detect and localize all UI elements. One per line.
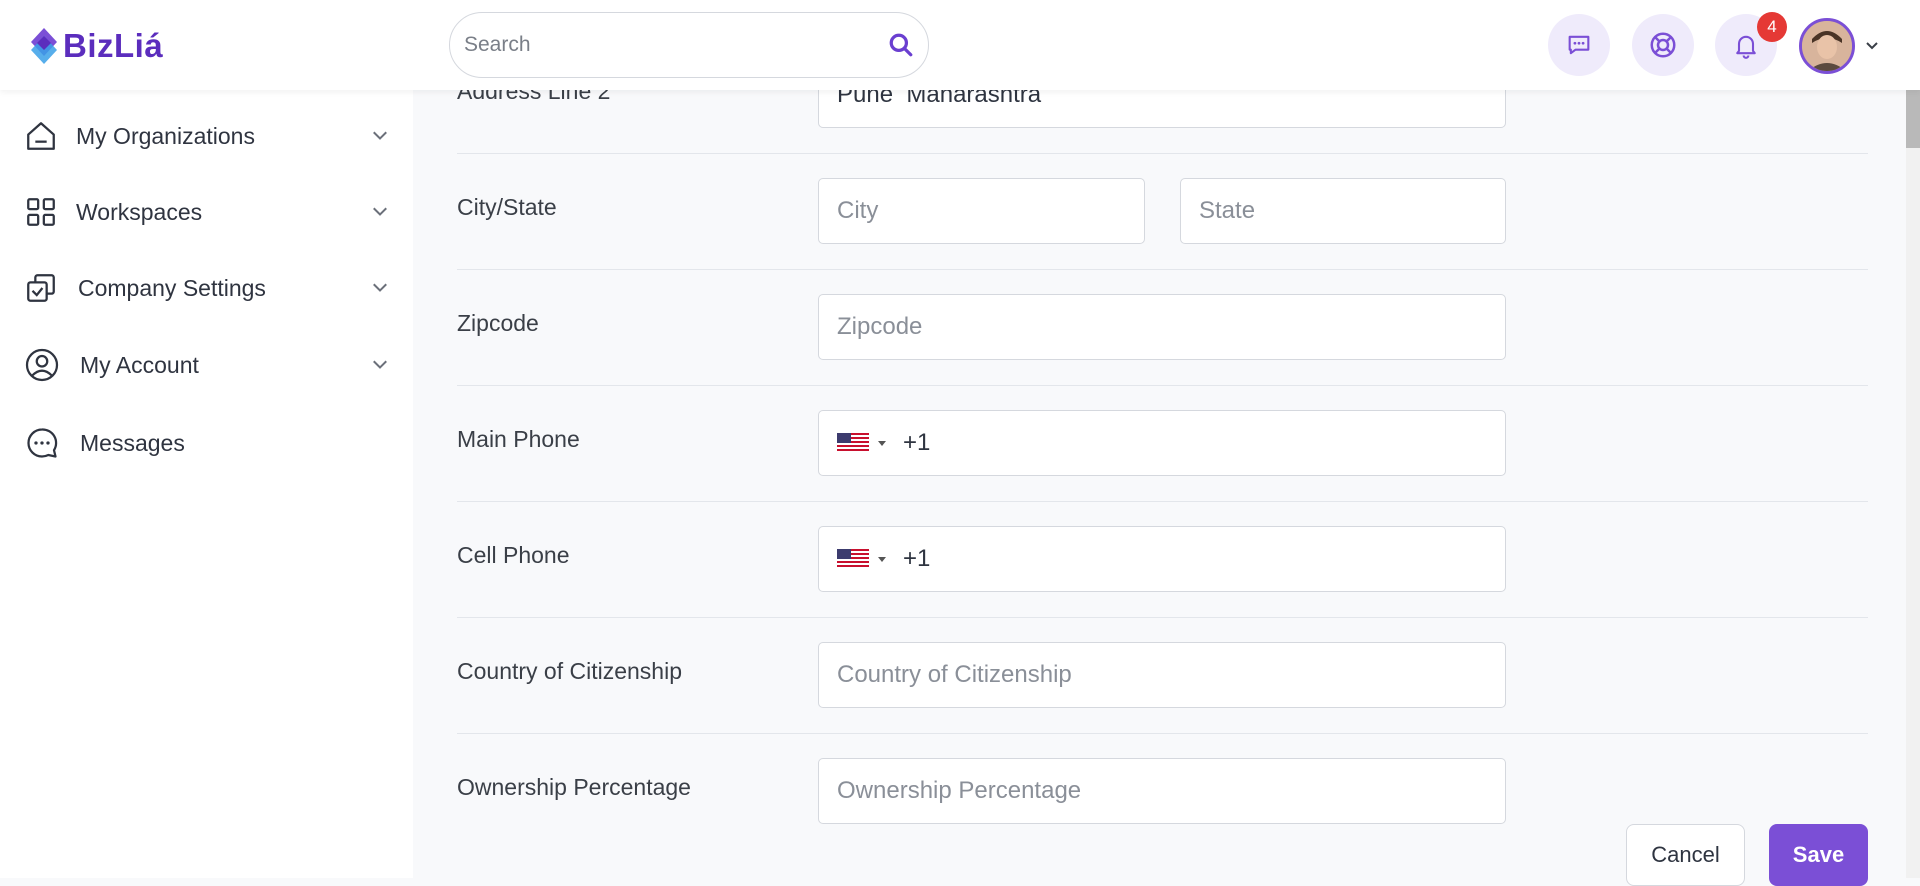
sidebar-item-company-settings[interactable]: Company Settings bbox=[24, 264, 390, 312]
sidebar: My Organizations Workspaces Company Sett… bbox=[0, 90, 413, 878]
chat-bubble-icon bbox=[27, 428, 58, 458]
citizenship-input[interactable] bbox=[837, 661, 1487, 689]
chevron-down-icon[interactable] bbox=[370, 202, 390, 222]
lifebuoy-icon bbox=[1650, 32, 1676, 58]
state-input[interactable] bbox=[1199, 197, 1487, 225]
ownership-field[interactable] bbox=[818, 758, 1506, 824]
scrollbar-track[interactable] bbox=[1906, 70, 1920, 878]
divider bbox=[457, 733, 1868, 734]
cell-phone-field[interactable]: +1 bbox=[818, 526, 1506, 592]
zipcode-input[interactable] bbox=[837, 313, 1487, 341]
divider bbox=[457, 385, 1868, 386]
logo-text: BizLiá bbox=[63, 27, 164, 64]
city-field[interactable] bbox=[818, 178, 1145, 244]
cancel-button[interactable]: Cancel bbox=[1626, 824, 1745, 886]
phone-code: +1 bbox=[903, 545, 931, 572]
main-phone-field[interactable]: +1 bbox=[818, 410, 1506, 476]
sidebar-item-messages[interactable]: Messages bbox=[24, 419, 390, 467]
us-flag-icon bbox=[837, 549, 869, 569]
sidebar-item-my-account[interactable]: My Account bbox=[24, 341, 390, 389]
sidebar-item-workspaces[interactable]: Workspaces bbox=[24, 188, 390, 236]
top-bar: BizLiá 4 bbox=[0, 0, 1920, 90]
sidebar-item-label: Company Settings bbox=[78, 274, 266, 301]
user-circle-icon bbox=[25, 348, 59, 382]
city-input[interactable] bbox=[837, 197, 1126, 225]
divider bbox=[457, 501, 1868, 502]
sidebar-item-my-organizations[interactable]: My Organizations bbox=[24, 112, 390, 160]
ownership-label: Ownership Percentage bbox=[457, 774, 691, 800]
help-button[interactable] bbox=[1632, 14, 1694, 76]
caret-down-icon bbox=[878, 441, 886, 446]
logo-diamond-icon bbox=[31, 28, 57, 64]
country-code-select[interactable] bbox=[837, 433, 887, 453]
grid-icon bbox=[27, 198, 55, 226]
cell-phone-label: Cell Phone bbox=[457, 542, 570, 568]
sidebar-item-label: Messages bbox=[80, 429, 185, 456]
bell-icon bbox=[1736, 35, 1756, 59]
ownership-input[interactable] bbox=[837, 777, 1487, 805]
search-icon[interactable] bbox=[888, 32, 914, 58]
sidebar-item-label: Workspaces bbox=[76, 198, 203, 225]
sidebar-item-label: My Account bbox=[80, 351, 199, 378]
us-flag-icon bbox=[837, 433, 869, 453]
settings-stack-icon bbox=[27, 274, 55, 302]
chat-button[interactable] bbox=[1548, 14, 1610, 76]
divider bbox=[457, 617, 1868, 618]
save-button[interactable]: Save bbox=[1769, 824, 1868, 886]
search-input[interactable] bbox=[464, 33, 888, 57]
logo[interactable]: BizLiá bbox=[29, 26, 163, 66]
home-icon bbox=[27, 122, 55, 150]
user-photo-icon bbox=[1802, 21, 1852, 71]
avatar[interactable] bbox=[1799, 18, 1855, 74]
search-box[interactable] bbox=[449, 12, 929, 78]
main-phone-label: Main Phone bbox=[457, 426, 580, 452]
divider bbox=[457, 269, 1868, 270]
zipcode-label: Zipcode bbox=[457, 310, 539, 336]
zipcode-field[interactable] bbox=[818, 294, 1506, 360]
divider bbox=[457, 153, 1868, 154]
citizenship-label: Country of Citizenship bbox=[457, 658, 682, 684]
chat-icon bbox=[1568, 35, 1590, 55]
sidebar-item-label: My Organizations bbox=[76, 122, 255, 149]
chevron-down-icon[interactable] bbox=[370, 278, 390, 298]
notification-count-badge: 4 bbox=[1757, 12, 1787, 42]
caret-down-icon bbox=[878, 557, 886, 562]
citizenship-field[interactable] bbox=[818, 642, 1506, 708]
chevron-down-icon[interactable] bbox=[1864, 38, 1880, 54]
state-field[interactable] bbox=[1180, 178, 1506, 244]
phone-code: +1 bbox=[903, 429, 931, 456]
chevron-down-icon[interactable] bbox=[370, 355, 390, 375]
city-state-label: City/State bbox=[457, 194, 557, 220]
country-code-select[interactable] bbox=[837, 549, 887, 569]
chevron-down-icon[interactable] bbox=[370, 126, 390, 146]
